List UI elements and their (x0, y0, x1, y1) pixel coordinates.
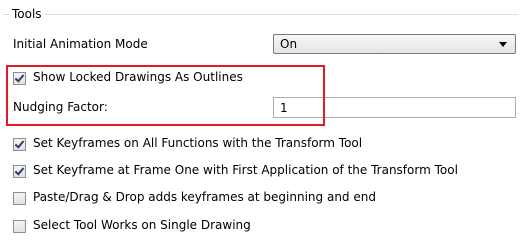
highlight-box (6, 65, 325, 126)
chevron-down-icon (499, 42, 507, 47)
animation-mode-select[interactable]: On (273, 34, 516, 54)
select-tool-single-drawing-label[interactable]: Select Tool Works on Single Drawing (33, 216, 251, 234)
animation-mode-value: On (280, 37, 298, 51)
keyframe-frame-one-label[interactable]: Set Keyframe at Frame One with First App… (33, 161, 458, 179)
paste-drag-keyframes-label[interactable]: Paste/Drag & Drop adds keyframes at begi… (33, 188, 376, 206)
transform-all-functions-checkbox[interactable] (13, 138, 26, 151)
transform-all-functions-label[interactable]: Set Keyframes on All Functions with the … (33, 134, 362, 152)
animation-mode-label: Initial Animation Mode (13, 37, 148, 51)
tools-group-divider (3, 14, 518, 15)
tools-group-title: Tools (9, 5, 45, 23)
select-tool-single-drawing-checkbox[interactable] (13, 220, 26, 233)
keyframe-frame-one-checkbox[interactable] (13, 165, 26, 178)
paste-drag-keyframes-checkbox[interactable] (13, 192, 26, 205)
